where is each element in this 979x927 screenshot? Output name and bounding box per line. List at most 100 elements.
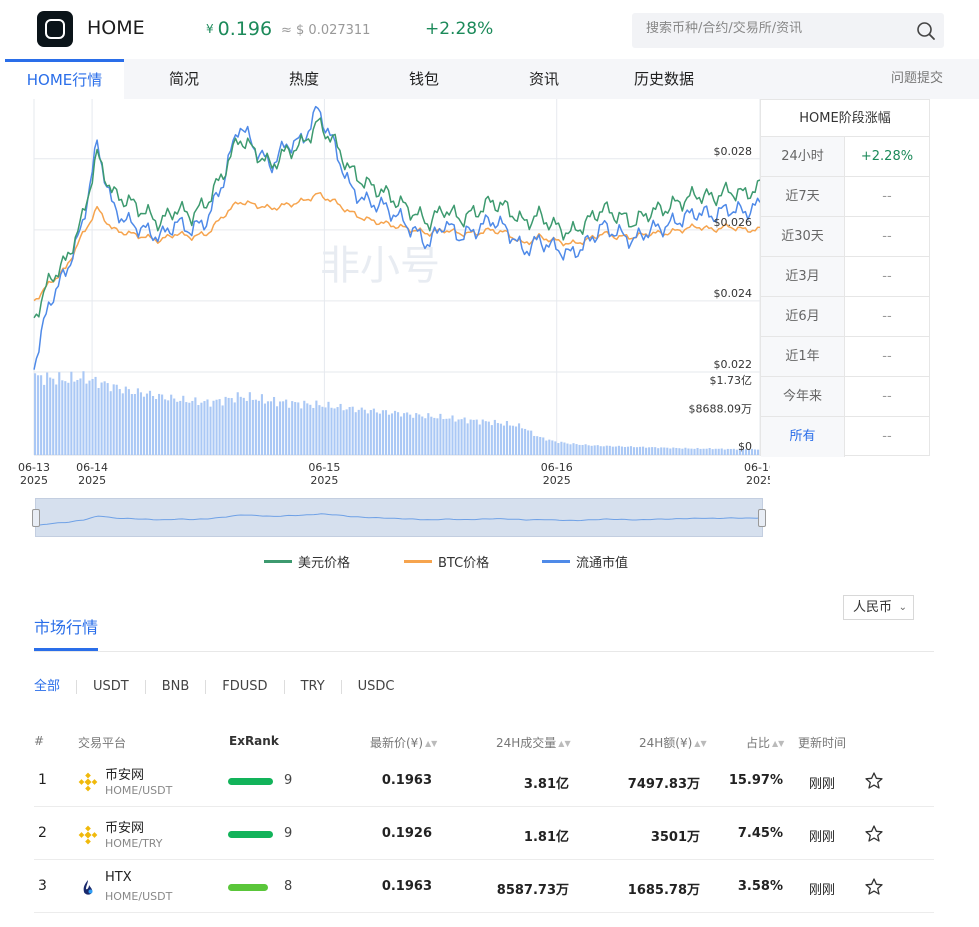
latest-price: 0.1926 bbox=[381, 826, 432, 841]
binance-icon bbox=[78, 825, 98, 845]
volume-bar bbox=[418, 414, 421, 455]
volume-bar bbox=[387, 414, 391, 455]
volume-bar bbox=[563, 442, 566, 455]
sort-icon[interactable]: ▲▼ bbox=[558, 739, 570, 748]
volume-bar bbox=[363, 409, 366, 455]
volume-bar bbox=[251, 399, 254, 455]
volume-bar bbox=[602, 446, 605, 455]
volume-bar bbox=[142, 396, 146, 455]
exchange-name[interactable]: HTX bbox=[105, 870, 132, 885]
sort-icon[interactable]: ▲▼ bbox=[772, 739, 784, 748]
volume-24h: 8587.73万 bbox=[496, 883, 569, 898]
chart-navigator[interactable] bbox=[32, 498, 766, 537]
star-icon[interactable] bbox=[864, 824, 884, 844]
exchange-name[interactable]: 币安网 bbox=[105, 764, 144, 783]
filter-bnb[interactable]: BNB bbox=[144, 680, 206, 694]
volume-bar bbox=[76, 379, 79, 455]
trading-pair[interactable]: HOME/TRY bbox=[105, 837, 162, 850]
price-chart[interactable]: 非小号 $0.028 $0.026 $0.024 $0.022 $1.73亿 $8688… bbox=[0, 99, 770, 499]
period-row-6m[interactable]: 近6月 -- bbox=[761, 297, 929, 337]
volume-bar bbox=[469, 419, 472, 455]
period-label[interactable]: 近6月 bbox=[761, 297, 845, 336]
table-row[interactable]: 2 币安网 HOME/TRY 9 0.1926 1.81亿 3501万 7.45% 刚刚 bbox=[0, 807, 979, 860]
sort-icon[interactable]: ▲▼ bbox=[425, 739, 437, 748]
search-box[interactable] bbox=[632, 13, 944, 48]
x-tick-year: 2025 bbox=[20, 474, 48, 487]
period-row-1y[interactable]: 近1年 -- bbox=[761, 337, 929, 377]
volume-bar bbox=[369, 410, 372, 455]
search-input[interactable] bbox=[646, 21, 896, 36]
header-exchange: 交易平台 bbox=[78, 736, 127, 750]
period-label[interactable]: 近1年 bbox=[761, 337, 845, 376]
header-share[interactable]: 占比 ▲▼ bbox=[746, 734, 784, 751]
exchange-name[interactable]: 币安网 bbox=[105, 817, 144, 836]
filter-try[interactable]: TRY bbox=[283, 680, 341, 694]
period-value: +2.28% bbox=[860, 149, 914, 164]
trading-pair[interactable]: HOME/USDT bbox=[105, 890, 172, 903]
tab-heat[interactable]: 热度 bbox=[244, 59, 364, 99]
price-tick-label: $0.026 bbox=[714, 216, 753, 229]
volume-bar bbox=[79, 378, 82, 455]
star-icon[interactable] bbox=[864, 771, 884, 791]
header-exrank[interactable]: ExRank bbox=[229, 734, 279, 748]
volume-bar bbox=[475, 419, 478, 455]
tab-overview[interactable]: 简况 bbox=[124, 59, 244, 99]
period-row-24h[interactable]: 24小时 +2.28% bbox=[761, 137, 929, 177]
tab-history[interactable]: 历史数据 bbox=[604, 59, 724, 99]
volume-bar bbox=[690, 448, 693, 455]
period-row-7d[interactable]: 近7天 -- bbox=[761, 177, 929, 217]
period-row-ytd[interactable]: 今年来 -- bbox=[761, 377, 929, 417]
feedback-link[interactable]: 问题提交 bbox=[891, 59, 943, 99]
exrank-score: 8 bbox=[284, 879, 293, 894]
volume-bar bbox=[58, 372, 61, 455]
currency-select[interactable]: 人民币 ⌄ bbox=[843, 595, 914, 620]
legend-usd[interactable]: 美元价格 bbox=[264, 552, 350, 571]
period-row-all[interactable]: 所有 -- bbox=[761, 417, 929, 457]
volume-bar bbox=[753, 449, 757, 455]
filter-fdusd[interactable]: FDUSD bbox=[205, 680, 283, 694]
filter-usdt[interactable]: USDT bbox=[76, 680, 145, 694]
header-price[interactable]: 最新价(¥) ▲▼ bbox=[370, 734, 437, 751]
volume-bar bbox=[536, 436, 539, 455]
navigator-right-handle[interactable] bbox=[758, 509, 766, 527]
header-amount[interactable]: 24H额(¥) ▲▼ bbox=[639, 734, 707, 751]
navigator-left-handle[interactable] bbox=[32, 509, 40, 527]
volume-bar bbox=[97, 387, 100, 455]
sort-icon[interactable]: ▲▼ bbox=[694, 739, 706, 748]
volume-bar bbox=[348, 407, 351, 455]
table-row[interactable]: 1 币安网 HOME/USDT 9 0.1963 3.81亿 7497.83万 15.97% 刚… bbox=[0, 754, 979, 807]
period-label[interactable]: 今年来 bbox=[761, 377, 845, 416]
volume-bar bbox=[130, 394, 133, 455]
filter-usdc[interactable]: USDC bbox=[340, 680, 411, 694]
period-label[interactable]: 近7天 bbox=[761, 177, 845, 216]
volume-bar bbox=[648, 447, 651, 455]
period-label[interactable]: 24小时 bbox=[761, 137, 845, 176]
volume-bar bbox=[717, 448, 720, 455]
legend-btc[interactable]: BTC价格 bbox=[404, 552, 489, 571]
volume-bar bbox=[660, 447, 663, 455]
legend-swatch bbox=[542, 559, 570, 563]
period-row-3m[interactable]: 近3月 -- bbox=[761, 257, 929, 297]
trading-pair[interactable]: HOME/USDT bbox=[105, 784, 172, 797]
latest-price: 0.1963 bbox=[381, 773, 432, 788]
table-row[interactable]: 3 HTX HOME/USDT 8 0.1963 8587.73万 1685.78万 3.58… bbox=[0, 860, 979, 913]
volume-bar bbox=[569, 444, 572, 455]
volume-bar bbox=[118, 389, 121, 455]
tab-news[interactable]: 资讯 bbox=[484, 59, 604, 99]
volume-bar bbox=[61, 380, 64, 455]
period-row-30d[interactable]: 近30天 -- bbox=[761, 217, 929, 257]
tab-market[interactable]: HOME行情 bbox=[5, 59, 124, 99]
period-label[interactable]: 近30天 bbox=[761, 217, 845, 256]
header-volume[interactable]: 24H成交量 ▲▼ bbox=[496, 734, 571, 751]
legend-mcap[interactable]: 流通市值 bbox=[542, 552, 628, 571]
tab-wallet[interactable]: 钱包 bbox=[364, 59, 484, 99]
market-title[interactable]: 市场行情 bbox=[34, 614, 98, 638]
header-amount-label: 24H额(¥) bbox=[639, 736, 693, 750]
star-icon[interactable] bbox=[864, 877, 884, 897]
search-icon[interactable] bbox=[916, 21, 936, 41]
period-label[interactable]: 所有 bbox=[761, 417, 845, 457]
period-label[interactable]: 近3月 bbox=[761, 257, 845, 296]
volume-bar bbox=[424, 418, 427, 455]
volume-bar bbox=[433, 417, 436, 455]
filter-all[interactable]: 全部 bbox=[34, 680, 76, 694]
